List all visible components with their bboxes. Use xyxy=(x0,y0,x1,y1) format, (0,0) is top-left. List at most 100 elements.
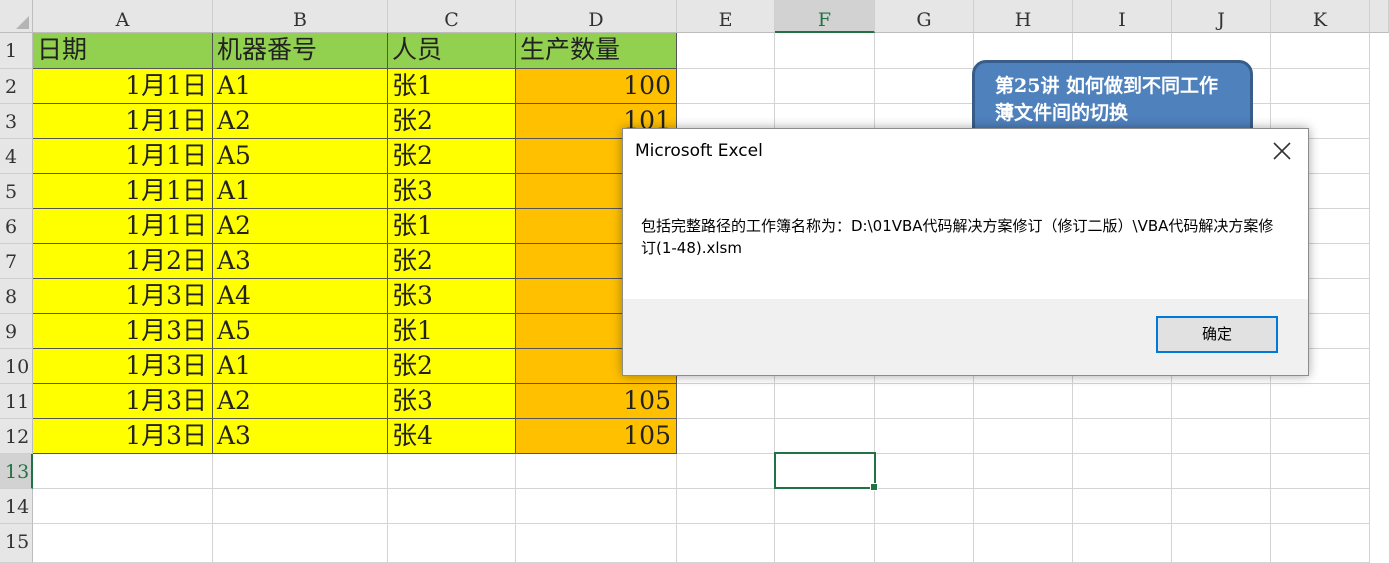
row-header-1[interactable]: 1 xyxy=(0,33,33,69)
cell-F11[interactable] xyxy=(775,384,875,419)
cell-K1[interactable] xyxy=(1271,33,1370,69)
cell-B13[interactable] xyxy=(213,454,388,489)
cell-G2[interactable] xyxy=(875,69,974,104)
row-header-15[interactable]: 15 xyxy=(0,524,33,563)
cell-B15[interactable] xyxy=(213,524,388,563)
cell-G14[interactable] xyxy=(875,489,974,524)
header-cell-qty[interactable]: 生产数量 xyxy=(516,33,677,69)
row-header-2[interactable]: 2 xyxy=(0,69,33,104)
row-header-4[interactable]: 4 xyxy=(0,139,33,174)
cell-J13[interactable] xyxy=(1172,454,1271,489)
row-header-7[interactable]: 7 xyxy=(0,244,33,279)
machine-cell[interactable]: A2 xyxy=(213,384,388,419)
column-header-F[interactable]: F xyxy=(775,0,875,33)
cell-K14[interactable] xyxy=(1271,489,1370,524)
cell-J15[interactable] xyxy=(1172,524,1271,563)
cell-I14[interactable] xyxy=(1073,489,1172,524)
header-cell-date[interactable]: 日期 xyxy=(33,33,213,69)
row-header-12[interactable]: 12 xyxy=(0,419,33,454)
row-header-14[interactable]: 14 xyxy=(0,489,33,524)
date-cell[interactable]: 1月1日 xyxy=(33,104,213,139)
row-header-11[interactable]: 11 xyxy=(0,384,33,419)
row-header-13[interactable]: 13 xyxy=(0,454,33,489)
cell-J11[interactable] xyxy=(1172,384,1271,419)
cell-K2[interactable] xyxy=(1271,69,1370,104)
fill-handle[interactable] xyxy=(870,483,878,491)
column-header-A[interactable]: A xyxy=(33,0,213,33)
person-cell[interactable]: 张2 xyxy=(388,244,516,279)
cell-D15[interactable] xyxy=(516,524,677,563)
person-cell[interactable]: 张3 xyxy=(388,279,516,314)
date-cell[interactable]: 1月3日 xyxy=(33,384,213,419)
header-cell-machine[interactable]: 机器番号 xyxy=(213,33,388,69)
cell-E15[interactable] xyxy=(677,524,775,563)
row-header-9[interactable]: 9 xyxy=(0,314,33,349)
date-cell[interactable]: 1月3日 xyxy=(33,419,213,454)
person-cell[interactable]: 张2 xyxy=(388,104,516,139)
row-header-6[interactable]: 6 xyxy=(0,209,33,244)
person-cell[interactable]: 张2 xyxy=(388,139,516,174)
cell-F1[interactable] xyxy=(775,33,875,69)
cell-J12[interactable] xyxy=(1172,419,1271,454)
active-cell-selection[interactable] xyxy=(774,452,878,491)
cell-G11[interactable] xyxy=(875,384,974,419)
column-header-H[interactable]: H xyxy=(974,0,1073,33)
cell-K13[interactable] xyxy=(1271,454,1370,489)
cell-H14[interactable] xyxy=(974,489,1073,524)
date-cell[interactable]: 1月1日 xyxy=(33,174,213,209)
cell-C13[interactable] xyxy=(388,454,516,489)
cell-E14[interactable] xyxy=(677,489,775,524)
machine-cell[interactable]: A1 xyxy=(213,174,388,209)
person-cell[interactable]: 张3 xyxy=(388,174,516,209)
qty-cell[interactable]: 100 xyxy=(516,69,677,104)
person-cell[interactable]: 张4 xyxy=(388,419,516,454)
person-cell[interactable]: 张2 xyxy=(388,349,516,384)
date-cell[interactable]: 1月1日 xyxy=(33,69,213,104)
machine-cell[interactable]: A4 xyxy=(213,279,388,314)
column-header-B[interactable]: B xyxy=(213,0,388,33)
cell-E13[interactable] xyxy=(677,454,775,489)
date-cell[interactable]: 1月3日 xyxy=(33,314,213,349)
cell-G13[interactable] xyxy=(875,454,974,489)
cell-D13[interactable] xyxy=(516,454,677,489)
cell-K11[interactable] xyxy=(1271,384,1370,419)
cell-I11[interactable] xyxy=(1073,384,1172,419)
column-header-K[interactable]: K xyxy=(1271,0,1370,33)
cell-K12[interactable] xyxy=(1271,419,1370,454)
row-header-5[interactable]: 5 xyxy=(0,174,33,209)
select-all-corner[interactable] xyxy=(0,0,33,33)
machine-cell[interactable]: A2 xyxy=(213,209,388,244)
date-cell[interactable]: 1月3日 xyxy=(33,349,213,384)
column-header-D[interactable]: D xyxy=(516,0,677,33)
column-header-E[interactable]: E xyxy=(677,0,775,33)
cell-E1[interactable] xyxy=(677,33,775,69)
qty-cell[interactable]: 105 xyxy=(516,384,677,419)
cell-G1[interactable] xyxy=(875,33,974,69)
cell-H13[interactable] xyxy=(974,454,1073,489)
cell-A14[interactable] xyxy=(33,489,213,524)
cell-A13[interactable] xyxy=(33,454,213,489)
person-cell[interactable]: 张1 xyxy=(388,209,516,244)
row-header-10[interactable]: 10 xyxy=(0,349,33,384)
machine-cell[interactable]: A5 xyxy=(213,314,388,349)
cell-D14[interactable] xyxy=(516,489,677,524)
machine-cell[interactable]: A3 xyxy=(213,244,388,279)
cell-G12[interactable] xyxy=(875,419,974,454)
row-header-8[interactable]: 8 xyxy=(0,279,33,314)
date-cell[interactable]: 1月1日 xyxy=(33,209,213,244)
cell-A15[interactable] xyxy=(33,524,213,563)
person-cell[interactable]: 张1 xyxy=(388,69,516,104)
cell-E2[interactable] xyxy=(677,69,775,104)
cell-G15[interactable] xyxy=(875,524,974,563)
date-cell[interactable]: 1月1日 xyxy=(33,139,213,174)
date-cell[interactable]: 1月2日 xyxy=(33,244,213,279)
cell-E12[interactable] xyxy=(677,419,775,454)
date-cell[interactable]: 1月3日 xyxy=(33,279,213,314)
person-cell[interactable]: 张1 xyxy=(388,314,516,349)
cell-F2[interactable] xyxy=(775,69,875,104)
machine-cell[interactable]: A3 xyxy=(213,419,388,454)
column-header-J[interactable]: J xyxy=(1172,0,1271,33)
qty-cell[interactable]: 105 xyxy=(516,419,677,454)
cell-I13[interactable] xyxy=(1073,454,1172,489)
machine-cell[interactable]: A5 xyxy=(213,139,388,174)
